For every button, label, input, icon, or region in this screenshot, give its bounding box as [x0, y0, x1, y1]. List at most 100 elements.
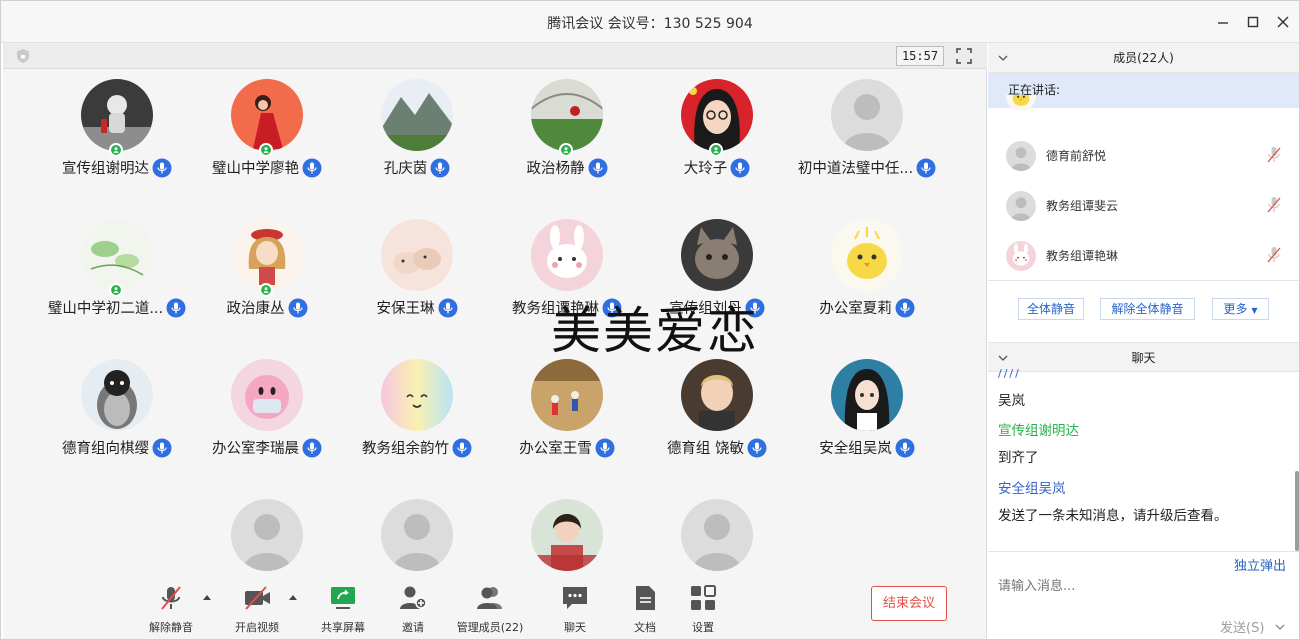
title-bar: 腾讯会议 会议号：130 525 904 [1, 1, 1299, 43]
minimize-icon[interactable] [1213, 12, 1233, 32]
microphone-icon[interactable] [152, 438, 172, 458]
chat-input[interactable] [998, 573, 1288, 599]
chevron-up-icon[interactable] [288, 593, 298, 601]
microphone-icon[interactable] [152, 158, 172, 178]
participant-avatar [381, 499, 453, 571]
chevron-down-icon[interactable] [998, 54, 1008, 62]
microphone-icon[interactable] [747, 438, 767, 458]
member-row[interactable]: 德育前舒悦 [988, 130, 1299, 180]
participant-tile[interactable]: 政治杨静 [492, 69, 642, 199]
participant-name: 璧山中学初二道... [47, 301, 164, 317]
chevron-down-icon[interactable] [1275, 623, 1285, 631]
chat-divider [988, 551, 1299, 552]
settings-grid-icon [691, 585, 716, 610]
start-video-label: 开启视频 [235, 621, 279, 634]
mic-muted-icon [161, 586, 181, 610]
participant-tile[interactable]: 办公室王雪 [492, 349, 642, 479]
microphone-icon[interactable] [302, 438, 322, 458]
share-screen-icon [331, 587, 355, 609]
participant-avatar [681, 359, 753, 431]
mic-muted-icon[interactable] [1266, 246, 1282, 264]
unmute-all-button[interactable]: 解除全体静音 [1100, 298, 1195, 320]
more-button[interactable]: 更多 ▼ [1212, 298, 1269, 320]
members-title: 成员(22人) [1113, 51, 1174, 65]
participant-avatar [531, 79, 603, 151]
unmute-button[interactable]: 解除静音 [131, 583, 211, 637]
participant-tile[interactable]: 安保王琳 [342, 209, 492, 339]
window-title: 腾讯会议 会议号：130 525 904 [547, 16, 753, 32]
member-name: 教务组谭斐云 [1046, 199, 1119, 213]
fullscreen-icon[interactable] [955, 47, 973, 65]
share-screen-button[interactable]: 共享屏幕 [303, 583, 383, 637]
microphone-icon[interactable] [588, 158, 608, 178]
participant-tile[interactable]: 教务组余韵竹 [342, 349, 492, 479]
participant-tile[interactable]: 办公室夏莉 [792, 209, 942, 339]
chat-message: 到齐了 [998, 450, 1039, 466]
participant-avatar [81, 79, 153, 151]
microphone-icon[interactable] [430, 158, 450, 178]
chat-sender[interactable]: 安全组吴岚 [998, 477, 1066, 497]
microphone-icon[interactable] [452, 438, 472, 458]
settings-button[interactable]: 设置 [663, 583, 743, 637]
chevron-down-icon[interactable] [998, 354, 1008, 362]
member-avatar [1006, 95, 1036, 111]
participant-tile[interactable]: 德育组 饶敏 [642, 349, 792, 479]
microphone-icon[interactable] [595, 438, 615, 458]
chat-header[interactable]: 聊天 [988, 342, 1299, 372]
manage-members-button[interactable]: 管理成员(22) [450, 583, 530, 637]
participant-tile[interactable]: 宣传组谢明达 [42, 69, 192, 199]
participant-tile[interactable]: 初中道法璧中任... [792, 69, 942, 199]
mic-muted-icon[interactable] [1266, 196, 1282, 214]
member-row[interactable]: 教务组谭艳琳 [988, 230, 1299, 280]
participant-name: 宣传组谢明达 [62, 161, 149, 177]
person-badge-icon [559, 143, 573, 157]
chat-message: 发送了一条未知消息，请升级后查看。 [998, 508, 1228, 524]
participant-tile[interactable]: 孔庆茵 [342, 69, 492, 199]
participant-name: 办公室夏莉 [819, 301, 892, 317]
microphone-icon[interactable] [288, 298, 308, 318]
send-button[interactable]: 发送(S) [1220, 617, 1264, 636]
microphone-icon[interactable] [895, 438, 915, 458]
participant-avatar [231, 499, 303, 571]
microphone-icon[interactable] [916, 158, 936, 178]
participant-tile[interactable]: 大玲子 [642, 69, 792, 199]
end-meeting-button[interactable]: 结束会议 [871, 586, 947, 621]
participant-tile[interactable]: 政治康丛 [192, 209, 342, 339]
popout-link[interactable]: 独立弹出 [1234, 555, 1286, 574]
chevron-up-icon[interactable] [202, 593, 212, 601]
participant-tile[interactable]: 办公室李瑞晨 [192, 349, 342, 479]
participant-tile[interactable]: 璧山中学初二道... [42, 209, 192, 339]
chat-button[interactable]: 聊天 [535, 583, 615, 637]
microphone-icon[interactable] [730, 158, 750, 178]
participant-tile[interactable]: 璧山中学廖艳 [192, 69, 342, 199]
member-avatar [1006, 241, 1036, 271]
person-badge-icon [259, 143, 273, 157]
microphone-icon[interactable] [895, 298, 915, 318]
invite-button[interactable]: 邀请 [373, 583, 453, 637]
member-row-partial [988, 95, 1299, 113]
start-video-button[interactable]: 开启视频 [217, 583, 297, 637]
chat-sender[interactable]: 宣传组谢明达 [998, 419, 1079, 439]
participant-tile[interactable]: 德育组向棋缨 [42, 349, 192, 479]
shield-icon[interactable] [15, 48, 31, 64]
watermark-text: 美美爱恋 [551, 302, 759, 360]
microphone-icon[interactable] [302, 158, 322, 178]
mute-all-button[interactable]: 全体静音 [1018, 298, 1084, 320]
participant-name: 德育组向棋缨 [62, 441, 149, 457]
members-header[interactable]: 成员(22人) [988, 43, 1299, 73]
participant-name: 办公室王雪 [519, 441, 592, 457]
members-divider [988, 280, 1299, 281]
chat-scrollbar[interactable] [1295, 471, 1299, 551]
unmute-label: 解除静音 [149, 621, 193, 634]
participant-tile[interactable]: 安全组吴岚 [792, 349, 942, 479]
stage-top-bar: 15:57 [3, 43, 987, 69]
participant-avatar [231, 79, 303, 151]
member-row[interactable]: 教务组谭斐云 [988, 180, 1299, 230]
microphone-icon[interactable] [438, 298, 458, 318]
chat-label: 聊天 [564, 621, 586, 634]
participant-avatar [531, 219, 603, 291]
close-icon[interactable] [1273, 12, 1293, 32]
maximize-icon[interactable] [1243, 12, 1263, 32]
mic-muted-icon[interactable] [1266, 146, 1282, 164]
participant-name: 办公室李瑞晨 [212, 441, 299, 457]
